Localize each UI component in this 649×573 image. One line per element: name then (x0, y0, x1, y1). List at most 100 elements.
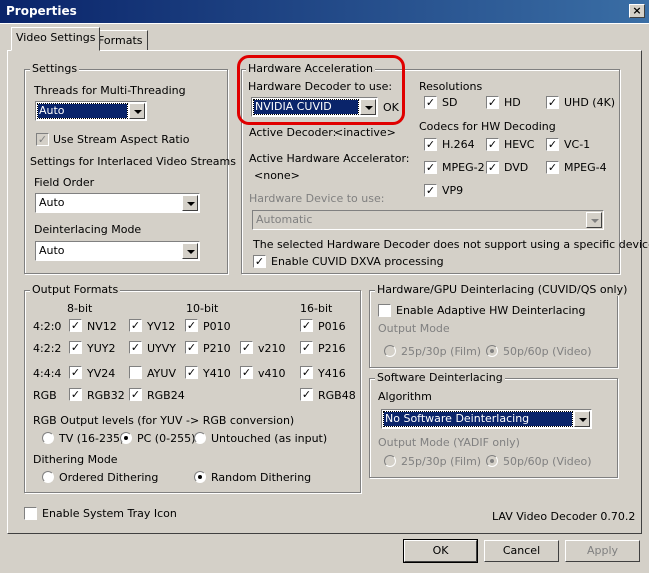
hw-device-note: The selected Hardware Decoder does not s… (253, 238, 649, 251)
fmt-p010-checkbox[interactable]: ✓ (185, 319, 198, 332)
dither-random-radio[interactable] (194, 471, 206, 483)
res-uhd-checkbox[interactable]: ✓ (546, 96, 559, 109)
codec-h264-label: H.264 (442, 138, 475, 151)
title-bar: Properties × (0, 0, 649, 24)
chevron-down-icon[interactable] (129, 103, 145, 119)
hw-deint-enable-label: Enable Adaptive HW Deinterlacing (396, 304, 586, 317)
codec-h264-checkbox[interactable]: ✓ (424, 138, 437, 151)
fmt-y416-checkbox[interactable]: ✓ (300, 366, 313, 379)
active-decoder-label: Active Decoder: (249, 126, 337, 139)
cuvid-dxva-checkbox[interactable]: ✓ (253, 255, 266, 268)
codec-vc1-label: VC-1 (564, 138, 591, 151)
fmt-p210-checkbox[interactable]: ✓ (185, 341, 198, 354)
version-label: LAV Video Decoder 0.70.2 (492, 510, 636, 523)
sw-deint-film-radio[interactable] (384, 455, 396, 467)
ok-button[interactable]: OK (403, 539, 478, 563)
hw-deint-output-mode-label: Output Mode (378, 322, 450, 335)
highlight-ring (237, 55, 405, 125)
fmt-p216-label: P216 (318, 342, 346, 355)
chevron-down-icon[interactable] (586, 212, 602, 228)
sw-deint-video-radio[interactable] (486, 455, 498, 467)
rgb-level-untouched-label: Untouched (as input) (211, 432, 328, 445)
res-sd-checkbox[interactable]: ✓ (424, 96, 437, 109)
fmt-p016-checkbox[interactable]: ✓ (300, 319, 313, 332)
rgb-levels-label: RGB Output levels (for YUV -> RGB conver… (33, 414, 295, 427)
rgb-level-untouched-radio[interactable] (194, 432, 206, 444)
codec-hevc-checkbox[interactable]: ✓ (486, 138, 499, 151)
res-hd-checkbox[interactable]: ✓ (486, 96, 499, 109)
fmt-yv24-checkbox[interactable]: ✓ (69, 366, 82, 379)
close-button[interactable]: × (629, 4, 645, 18)
chevron-down-icon[interactable] (182, 243, 198, 259)
fmt-rgb32-checkbox[interactable]: ✓ (69, 388, 82, 401)
hw-deint-video-radio[interactable] (486, 345, 498, 357)
codec-mpeg2-label: MPEG-2 (442, 161, 485, 174)
fmt-rgb24-label: RGB24 (147, 389, 185, 402)
fmt-p216-checkbox[interactable]: ✓ (300, 341, 313, 354)
hw-device-value: Automatic (256, 213, 313, 226)
fmt-v410-label: v410 (258, 367, 286, 380)
stream-aspect-checkbox[interactable]: ✓ (36, 133, 49, 146)
cancel-button[interactable]: Cancel (484, 540, 559, 562)
fmt-rgb48-checkbox[interactable]: ✓ (300, 388, 313, 401)
fmt-y410-label: Y410 (203, 367, 231, 380)
chevron-down-icon[interactable] (574, 411, 590, 427)
res-sd-label: SD (442, 96, 458, 109)
system-tray-label: Enable System Tray Icon (42, 507, 177, 520)
fmt-yv12-checkbox[interactable]: ✓ (129, 319, 142, 332)
rgb-level-pc-label: PC (0-255) (137, 432, 196, 445)
cuvid-dxva-label: Enable CUVID DXVA processing (271, 255, 444, 268)
fmt-v210-checkbox[interactable]: ✓ (240, 341, 253, 354)
stream-aspect-label: Use Stream Aspect Ratio (53, 133, 190, 146)
fmt-rgb48-label: RGB48 (318, 389, 356, 402)
codec-dvd-checkbox[interactable]: ✓ (486, 161, 499, 174)
sw-deint-group-label: Software Deinterlacing (375, 371, 505, 384)
tab-formats[interactable]: Formats (93, 30, 148, 51)
rgb-level-tv-radio[interactable] (42, 432, 54, 444)
window-title: Properties (6, 4, 77, 18)
dither-ordered-radio[interactable] (42, 471, 54, 483)
fmt-yv12-label: YV12 (147, 320, 176, 333)
threads-select[interactable]: Auto (35, 101, 147, 121)
hw-device-label: Hardware Device to use: (249, 192, 385, 205)
dither-label: Dithering Mode (33, 453, 118, 466)
rgb-level-tv-label: TV (16-235) (59, 432, 125, 445)
active-decoder-value: <inactive> (334, 126, 396, 139)
threads-label: Threads for Multi-Threading (34, 84, 186, 97)
fmt-y410-checkbox[interactable]: ✓ (185, 366, 198, 379)
codec-mpeg4-checkbox[interactable]: ✓ (546, 161, 559, 174)
hw-deint-video-label: 50p/60p (Video) (503, 345, 592, 358)
res-uhd-label: UHD (4K) (564, 96, 616, 109)
fmt-yuy2-label: YUY2 (87, 342, 116, 355)
sw-deint-video-label: 50p/60p (Video) (503, 455, 592, 468)
fmt-nv12-checkbox[interactable]: ✓ (69, 319, 82, 332)
codec-vc1-checkbox[interactable]: ✓ (546, 138, 559, 151)
fmt-v410-checkbox[interactable]: ✓ (240, 366, 253, 379)
settings-group-label: Settings (30, 62, 80, 75)
sw-deint-algorithm-select[interactable]: No Software Deinterlacing (381, 409, 592, 429)
deint-mode-label: Deinterlacing Mode (34, 223, 142, 236)
hw-device-select[interactable]: Automatic (252, 210, 604, 230)
apply-button[interactable]: Apply (565, 540, 640, 562)
chevron-down-icon[interactable] (182, 195, 198, 211)
codec-hevc-label: HEVC (504, 138, 535, 151)
rgb-level-pc-radio[interactable] (120, 432, 132, 444)
fmt-rgb32-label: RGB32 (87, 389, 125, 402)
col-header-10bit: 10-bit (186, 302, 219, 315)
system-tray-checkbox[interactable] (24, 507, 37, 520)
hw-deint-film-radio[interactable] (384, 345, 396, 357)
tab-video-settings[interactable]: Video Settings (11, 27, 101, 51)
fmt-rgb24-checkbox[interactable]: ✓ (129, 388, 142, 401)
fmt-p016-label: P016 (318, 320, 346, 333)
dither-random-label: Random Dithering (211, 471, 312, 484)
fmt-uyvy-checkbox[interactable]: ✓ (129, 341, 142, 354)
fmt-yuy2-checkbox[interactable]: ✓ (69, 341, 82, 354)
codec-vp9-checkbox[interactable]: ✓ (424, 184, 437, 197)
hw-deint-enable-checkbox[interactable] (378, 304, 391, 317)
codec-mpeg2-checkbox[interactable]: ✓ (424, 161, 437, 174)
deint-mode-select[interactable]: Auto (35, 241, 200, 261)
fmt-ayuv-checkbox[interactable] (129, 366, 142, 379)
field-order-select[interactable]: Auto (35, 193, 200, 213)
col-header-8bit: 8-bit (67, 302, 93, 315)
interlaced-settings-label: Settings for Interlaced Video Streams (30, 155, 236, 168)
